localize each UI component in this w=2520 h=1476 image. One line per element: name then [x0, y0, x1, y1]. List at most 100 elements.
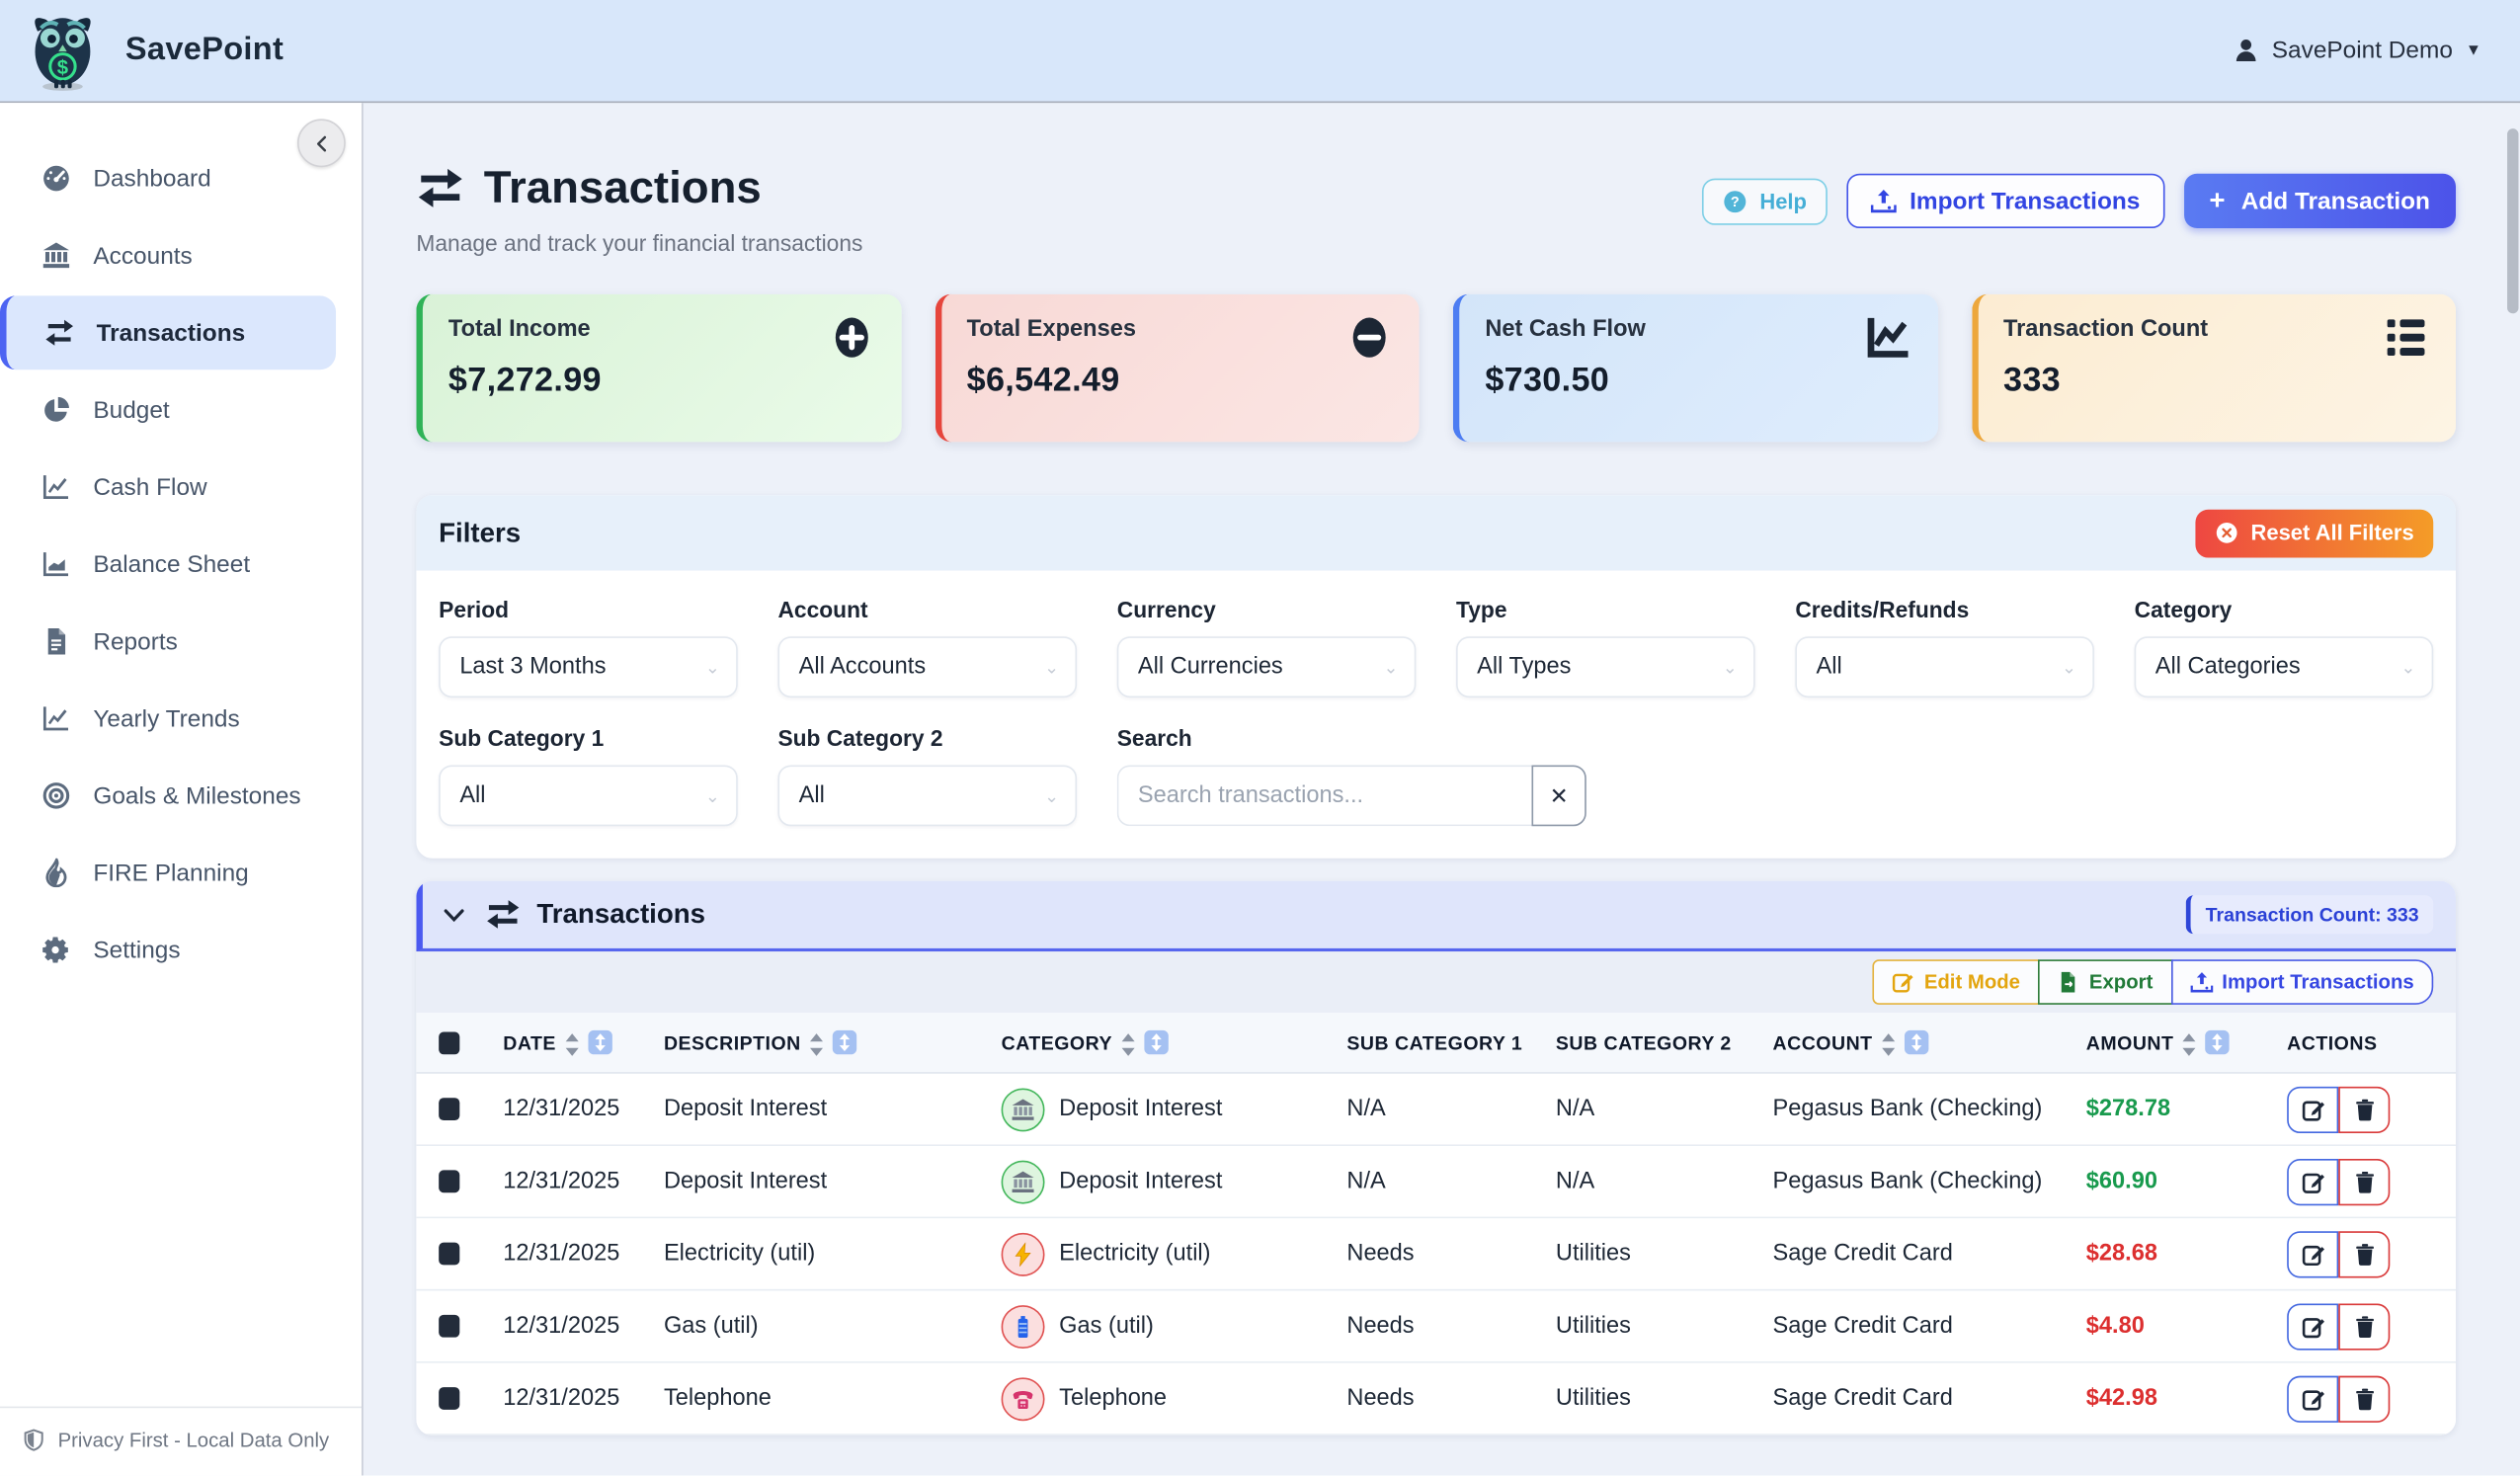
- sort-icon[interactable]: [564, 1032, 580, 1052]
- row-checkbox[interactable]: [439, 1243, 459, 1266]
- column-label: DATE: [503, 1031, 556, 1054]
- filter-field-account: Account All Accounts ⌄: [777, 597, 1077, 697]
- minus-circle-icon: [1345, 313, 1394, 362]
- filter-selected-value: All: [1816, 654, 2062, 680]
- select-all-checkbox[interactable]: [439, 1031, 459, 1054]
- toolbar-button-label: Export: [2089, 971, 2153, 994]
- filter-select[interactable]: All Types ⌄: [1456, 636, 1755, 697]
- edit-row-button[interactable]: [2287, 1230, 2338, 1276]
- column-header-description[interactable]: DESCRIPTION: [664, 1030, 1002, 1054]
- column-header-category[interactable]: CATEGORY: [1002, 1030, 1347, 1054]
- filter-select[interactable]: All Categories ⌄: [2135, 636, 2434, 697]
- delete-row-button[interactable]: [2338, 1375, 2390, 1422]
- row-checkbox[interactable]: [439, 1098, 459, 1120]
- chevron-left-icon: [311, 132, 332, 153]
- sort-filter-icon[interactable]: [2206, 1030, 2230, 1054]
- filter-select[interactable]: Last 3 Months ⌄: [439, 636, 738, 697]
- delete-row-button[interactable]: [2338, 1086, 2390, 1132]
- search-field: Search ✕: [1117, 725, 1755, 826]
- sidebar-item-yearly-trends[interactable]: Yearly Trends: [0, 682, 362, 756]
- help-button[interactable]: ? Help: [1702, 178, 1828, 224]
- toolbar-button-label: Import Transactions: [2222, 971, 2413, 994]
- filter-field-type: Type All Types ⌄: [1456, 597, 1755, 697]
- edit-row-button[interactable]: [2287, 1375, 2338, 1422]
- category-label: Electricity (util): [1059, 1241, 1210, 1267]
- sort-icon[interactable]: [809, 1032, 825, 1052]
- card-label: Total Expenses: [967, 317, 1394, 343]
- sidebar-item-goals-milestones[interactable]: Goals & Milestones: [0, 759, 362, 833]
- transactions-section-header[interactable]: Transactions Transaction Count: 333: [416, 881, 2456, 952]
- reset-all-filters-button[interactable]: Reset All Filters: [2196, 509, 2433, 557]
- import-transactions-button[interactable]: Import Transactions: [2170, 959, 2433, 1005]
- gauge-icon: [41, 164, 70, 193]
- sort-filter-icon[interactable]: [1905, 1030, 1928, 1054]
- sidebar-item-balance-sheet[interactable]: Balance Sheet: [0, 528, 362, 602]
- sidebar-item-reports[interactable]: Reports: [0, 605, 362, 679]
- user-menu[interactable]: SavePoint Demo ▼: [2232, 37, 2481, 64]
- clear-search-button[interactable]: ✕: [1532, 765, 1586, 826]
- filter-select[interactable]: All ⌄: [1795, 636, 2094, 697]
- column-header-account[interactable]: ACCOUNT: [1773, 1030, 2086, 1054]
- cell-description: Electricity (util): [664, 1241, 1002, 1267]
- column-header-date[interactable]: DATE: [503, 1030, 664, 1054]
- filter-selected-value: All Types: [1477, 654, 1723, 680]
- column-label: CATEGORY: [1002, 1031, 1112, 1054]
- delete-row-button[interactable]: [2338, 1158, 2390, 1204]
- edit-row-button[interactable]: [2287, 1303, 2338, 1350]
- sidebar-item-accounts[interactable]: Accounts: [0, 218, 362, 292]
- sort-filter-icon[interactable]: [1145, 1030, 1169, 1054]
- chevron-down-icon: ⌄: [705, 785, 720, 806]
- search-input[interactable]: [1117, 765, 1532, 826]
- add-transaction-button[interactable]: + Add Transaction: [2183, 174, 2456, 228]
- category-label: Telephone: [1059, 1385, 1167, 1411]
- column-header-amount[interactable]: AMOUNT: [2086, 1030, 2287, 1054]
- row-checkbox[interactable]: [439, 1315, 459, 1338]
- row-checkbox[interactable]: [439, 1387, 459, 1410]
- filter-label: Sub Category 2: [777, 725, 1077, 751]
- cell-account: Pegasus Bank (Checking): [1773, 1169, 2086, 1194]
- filter-select[interactable]: All Accounts ⌄: [777, 636, 1077, 697]
- export-button[interactable]: Export: [2038, 959, 2172, 1005]
- sidebar-item-budget[interactable]: Budget: [0, 372, 362, 447]
- column-header-actions[interactable]: ACTIONS: [2287, 1031, 2456, 1054]
- edit-mode-button[interactable]: Edit Mode: [1873, 959, 2040, 1005]
- bank-cat-icon: [1002, 1088, 1045, 1131]
- sort-filter-icon[interactable]: [588, 1030, 611, 1054]
- sidebar-item-fire-planning[interactable]: FIRE Planning: [0, 836, 362, 910]
- edit-row-button[interactable]: [2287, 1158, 2338, 1204]
- column-header-sub-category-2[interactable]: SUB CATEGORY 2: [1556, 1031, 1773, 1054]
- delete-row-button[interactable]: [2338, 1303, 2390, 1350]
- filter-select[interactable]: All Currencies ⌄: [1117, 636, 1417, 697]
- table-row[interactable]: 12/31/2025 Telephone Telephone Needs Uti…: [416, 1363, 2456, 1435]
- delete-row-button[interactable]: [2338, 1230, 2390, 1276]
- cell-account: Pegasus Bank (Checking): [1773, 1097, 2086, 1122]
- sort-filter-icon[interactable]: [833, 1030, 856, 1054]
- sort-icon[interactable]: [1881, 1032, 1897, 1052]
- filter-select[interactable]: All ⌄: [439, 765, 738, 826]
- cell-amount: $278.78: [2086, 1097, 2287, 1122]
- cell-sub-category-2: N/A: [1556, 1169, 1773, 1194]
- chevron-down-icon[interactable]: [442, 903, 465, 927]
- filters-panel: Filters Reset All Filters Period Last 3 …: [416, 495, 2456, 859]
- row-checkbox[interactable]: [439, 1170, 459, 1192]
- sidebar-item-cash-flow[interactable]: Cash Flow: [0, 451, 362, 525]
- filter-select[interactable]: All ⌄: [777, 765, 1077, 826]
- scrollbar[interactable]: [2507, 128, 2518, 313]
- question-circle-icon: ?: [1723, 189, 1747, 212]
- sidebar-collapse-button[interactable]: [297, 119, 346, 167]
- table-body: 12/31/2025 Deposit Interest Deposit Inte…: [416, 1074, 2456, 1435]
- chevron-down-icon: ⌄: [1383, 657, 1398, 678]
- table-row[interactable]: 12/31/2025 Deposit Interest Deposit Inte…: [416, 1146, 2456, 1218]
- column-header-sub-category-1[interactable]: SUB CATEGORY 1: [1346, 1031, 1556, 1054]
- table-row[interactable]: 12/31/2025 Electricity (util) Electricit…: [416, 1218, 2456, 1290]
- table-row[interactable]: 12/31/2025 Deposit Interest Deposit Inte…: [416, 1074, 2456, 1146]
- import-transactions-button[interactable]: Import Transactions: [1847, 174, 2164, 228]
- sidebar-item-settings[interactable]: Settings: [0, 913, 362, 987]
- table-row[interactable]: 12/31/2025 Gas (util) Gas (util) Needs U…: [416, 1290, 2456, 1362]
- filter-label: Type: [1456, 597, 1755, 622]
- filter-field-period: Period Last 3 Months ⌄: [439, 597, 738, 697]
- sort-icon[interactable]: [1120, 1032, 1136, 1052]
- sort-icon[interactable]: [2182, 1032, 2198, 1052]
- edit-row-button[interactable]: [2287, 1086, 2338, 1132]
- sidebar-item-transactions[interactable]: Transactions: [0, 295, 336, 369]
